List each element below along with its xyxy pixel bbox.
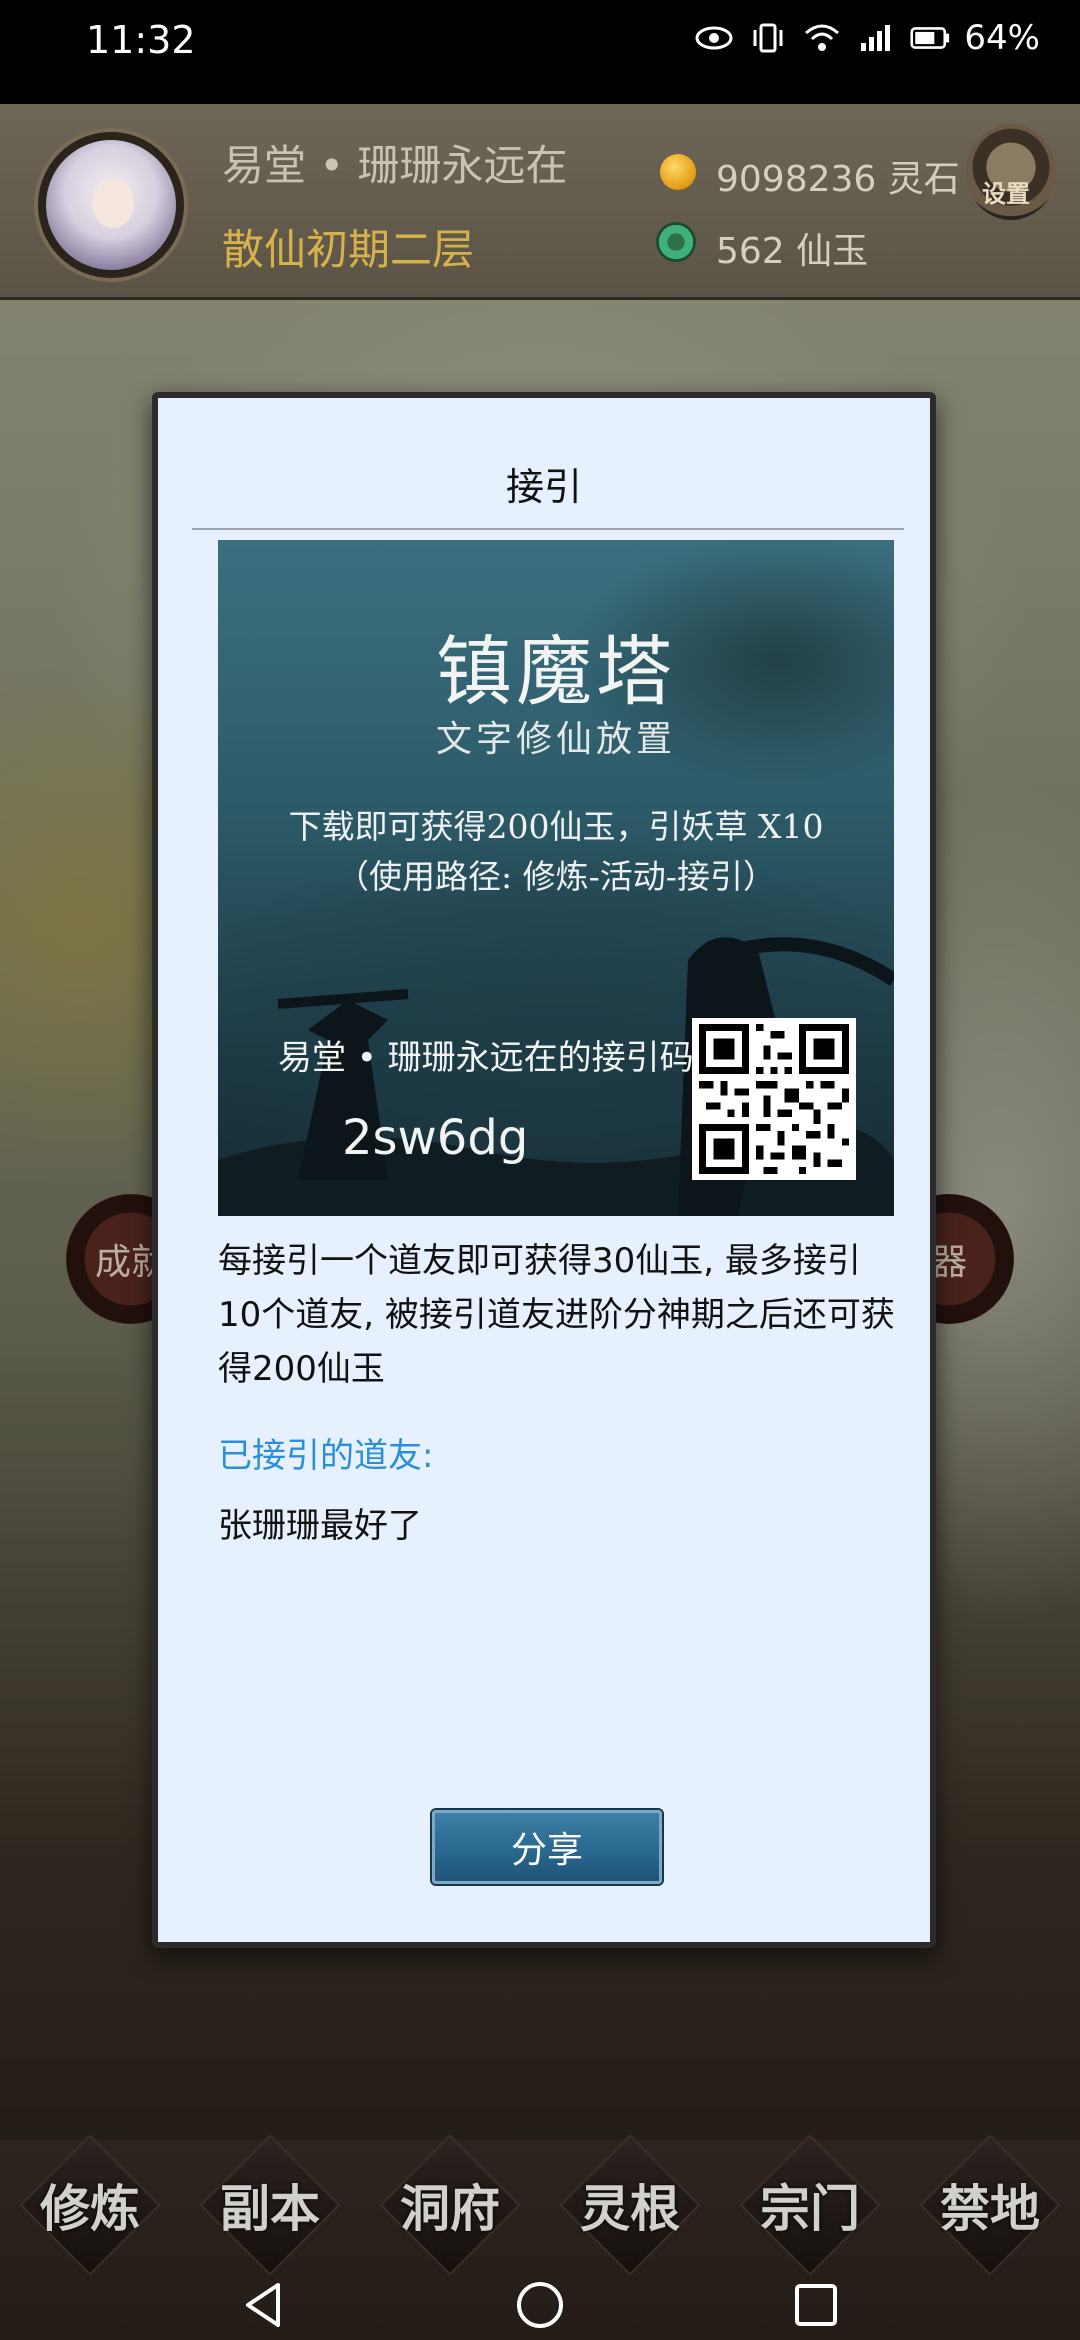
spirit-stone-count: 9098236 灵石	[716, 159, 960, 200]
nav-sect[interactable]: 宗门	[730, 2134, 890, 2276]
eye-icon	[694, 18, 734, 58]
poster-subtitle: 文字修仙放置	[435, 719, 676, 760]
immortal-jade-icon	[656, 222, 696, 262]
settings-label: 设置	[982, 180, 1030, 208]
battery-icon	[910, 18, 950, 58]
title-divider	[192, 528, 904, 530]
home-icon[interactable]	[512, 2277, 568, 2333]
invite-dialog: 接引 镇魔塔 文字修仙放置 下载即可获得200仙玉，引妖草 X10 （使用路径:…	[152, 392, 936, 1948]
poster-reward-text: 下载即可获得200仙玉，引妖草 X10	[288, 807, 824, 846]
dialog-title: 接引	[505, 465, 582, 509]
player-name: 易堂 • 珊珊永远在	[222, 141, 568, 190]
spirit-stone-icon	[660, 154, 696, 190]
share-button-label: 分享	[510, 1830, 583, 1871]
avatar[interactable]	[38, 132, 184, 278]
status-icons: 64%	[694, 18, 1040, 58]
back-icon[interactable]	[236, 2277, 292, 2333]
nav-dungeon[interactable]: 副本	[190, 2134, 350, 2276]
invited-friend-item: 张珊珊最好了	[218, 1506, 422, 1546]
invite-description: 每接引一个道友即可获得30仙玉, 最多接引10个道友, 被接引道友进阶分神期之后…	[218, 1241, 895, 1389]
invited-friends-label: 已接引的道友:	[218, 1436, 434, 1476]
player-bar: 易堂 • 珊珊永远在 散仙初期二层 9098236 灵石 562 仙玉 设置	[0, 104, 1080, 300]
poster-inviter: 易堂 • 珊珊永远在的接引码	[278, 1038, 694, 1078]
nav-cultivate[interactable]: 修炼	[10, 2134, 170, 2276]
bottom-nav: 修炼 副本 洞府 灵根 宗门 禁地	[0, 2134, 1080, 2276]
share-button[interactable]: 分享	[432, 1810, 662, 1884]
qr-code-icon	[692, 1018, 856, 1180]
vibrate-icon	[748, 18, 788, 58]
poster-usage-path: （使用路径: 修炼-活动-接引）	[336, 857, 776, 896]
wifi-icon	[802, 18, 842, 58]
player-realm: 散仙初期二层	[222, 225, 475, 274]
nav-spirit-root[interactable]: 灵根	[550, 2134, 710, 2276]
status-time: 11:32	[86, 18, 196, 62]
battery-percent: 64%	[964, 18, 1040, 58]
signal-icon	[856, 18, 896, 58]
immortal-jade-count: 562 仙玉	[716, 231, 869, 272]
system-nav-bar	[0, 2270, 1080, 2340]
invite-code: 2sw6dg	[342, 1110, 529, 1166]
recents-icon[interactable]	[788, 2277, 844, 2333]
invite-poster: 镇魔塔 文字修仙放置 下载即可获得200仙玉，引妖草 X10 （使用路径: 修炼…	[218, 540, 894, 1216]
status-bar: 11:32 64%	[0, 0, 1080, 104]
poster-game-title: 镇魔塔	[436, 627, 676, 716]
nav-cave[interactable]: 洞府	[370, 2134, 530, 2276]
nav-forbidden-land[interactable]: 禁地	[910, 2134, 1070, 2276]
